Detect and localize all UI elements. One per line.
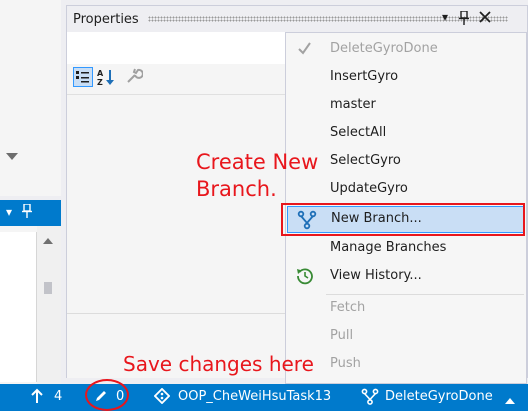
unpublished-commits-icon[interactable] xyxy=(31,388,43,408)
annotation-line: Create New xyxy=(196,150,319,174)
annotation-circle xyxy=(85,379,129,411)
menu-item-label: View History... xyxy=(330,268,422,283)
annotation-save-changes: Save changes here xyxy=(123,352,314,376)
pin-icon[interactable] xyxy=(22,203,32,221)
window-menu-icon[interactable]: ▾ xyxy=(442,10,448,24)
properties-title-bar: Properties ▾ xyxy=(67,6,527,32)
close-icon[interactable] xyxy=(479,10,491,27)
menu-item-label: Manage Branches xyxy=(330,240,447,255)
svg-text:A: A xyxy=(97,69,104,78)
status-bar: 4 0 OOP_CheWeiHsuTask13 DeleteGyroDone xyxy=(0,384,528,411)
categorized-icon[interactable] xyxy=(73,67,93,87)
scroll-down-arrow-icon[interactable] xyxy=(6,153,18,160)
menu-item-label: InsertGyro xyxy=(330,69,399,84)
vertical-scrollbar[interactable] xyxy=(37,226,61,384)
repository-icon[interactable] xyxy=(153,387,171,408)
menu-item-push: Push xyxy=(286,351,526,378)
dropdown-icon[interactable]: ▾ xyxy=(6,205,12,219)
menu-item-selectall[interactable]: SelectAll xyxy=(286,120,526,147)
branch-dropdown-icon[interactable] xyxy=(505,393,515,408)
menu-item-label: Fetch xyxy=(330,300,366,315)
svg-text:Z: Z xyxy=(97,78,103,87)
annotation-highlight-box xyxy=(281,203,525,236)
properties-title: Properties xyxy=(73,12,139,27)
menu-item-label: UpdateGyro xyxy=(330,181,408,196)
menu-item-label: Push xyxy=(330,356,361,371)
menu-item-label: DeleteGyroDone xyxy=(330,41,438,56)
menu-item-label: SelectGyro xyxy=(330,153,401,168)
unpublished-commits-count[interactable]: 4 xyxy=(54,389,62,404)
left-pane-content xyxy=(0,232,37,382)
menu-item-label: SelectAll xyxy=(330,125,387,140)
repository-name[interactable]: OOP_CheWeiHsuTask13 xyxy=(178,389,331,404)
menu-item-insertgyro[interactable]: InsertGyro xyxy=(286,64,526,91)
menu-item-manage-branches[interactable]: Manage Branches xyxy=(286,235,526,262)
menu-item-fetch: Fetch xyxy=(286,295,526,322)
menu-item-label: Pull xyxy=(330,328,354,343)
annotation-create-new-branch: Create New Branch. xyxy=(196,149,336,203)
menu-item-pull: Pull xyxy=(286,323,526,350)
pin-icon[interactable] xyxy=(459,10,469,28)
history-icon xyxy=(296,267,316,287)
left-pane-bottom xyxy=(0,226,61,384)
annotation-line: Branch. xyxy=(196,177,277,201)
scroll-up-arrow-icon[interactable] xyxy=(43,238,53,244)
scroll-thumb[interactable] xyxy=(44,282,52,294)
branch-icon[interactable] xyxy=(361,388,379,410)
property-pages-icon[interactable] xyxy=(125,67,145,87)
menu-item-label: master xyxy=(330,97,376,112)
current-branch-name[interactable]: DeleteGyroDone xyxy=(385,389,493,404)
menu-item-deletegyrodone: DeleteGyroDone xyxy=(286,36,526,63)
menu-item-view-history[interactable]: View History... xyxy=(286,263,526,290)
checkmark-icon xyxy=(296,40,316,60)
alphabetical-icon[interactable]: AZ xyxy=(96,67,116,87)
title-grip[interactable] xyxy=(148,16,508,22)
menu-item-master[interactable]: master xyxy=(286,92,526,119)
left-tool-window-header: ▾ xyxy=(0,200,61,226)
left-pane-top xyxy=(0,0,61,196)
